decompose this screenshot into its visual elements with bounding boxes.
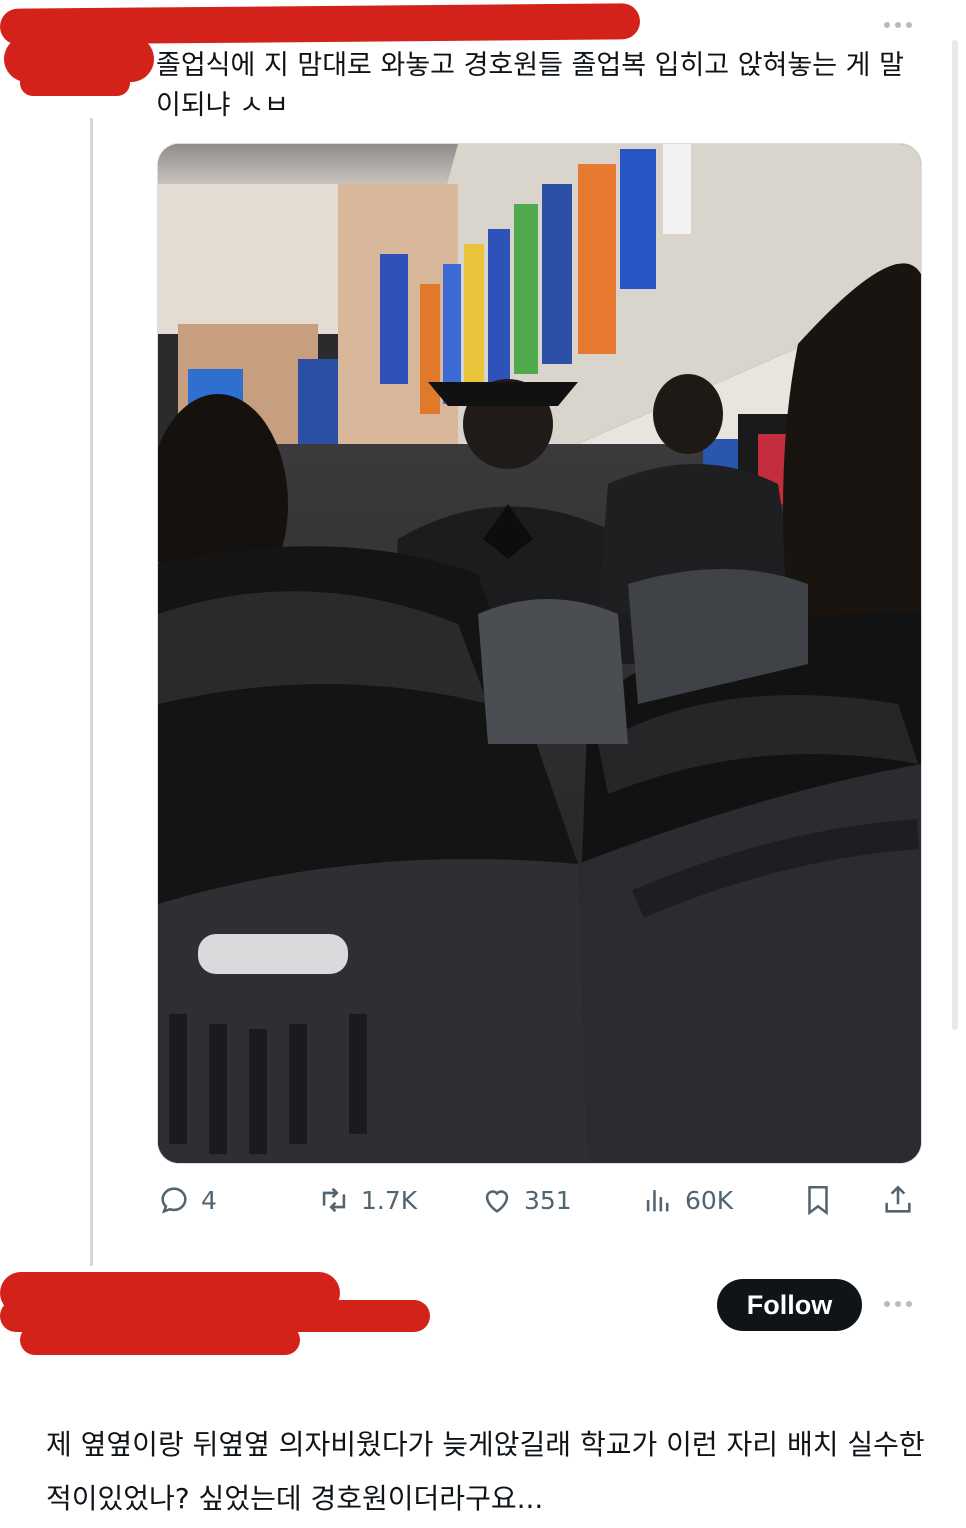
post-text: 졸업식에 지 맘대로 와놓고 경호원들 졸업복 입히고 앉혀놓는 게 말이되냐 … — [156, 50, 904, 121]
like-count: 351 — [524, 1185, 572, 1215]
repost-button[interactable]: 1.7K — [317, 1170, 417, 1230]
follow-button[interactable]: Follow — [717, 1279, 862, 1331]
reply-button[interactable]: 4 — [157, 1170, 217, 1230]
post-photo[interactable] — [157, 143, 922, 1164]
scrollbar[interactable] — [952, 40, 958, 1030]
views-count: 60K — [685, 1185, 734, 1215]
more-icon[interactable] — [884, 1301, 912, 1307]
redacted-username — [20, 70, 130, 96]
bookmark-icon — [808, 1185, 828, 1216]
reply-count: 4 — [201, 1185, 217, 1215]
post-action-bar: 4 1.7K 351 60K — [157, 1170, 920, 1230]
like-button[interactable]: 351 — [480, 1170, 572, 1230]
reply-text: 제 옆옆이랑 뒤옆옆 의자비웠다가 늦게앉길래 학교가 이런 자리 배치 실수한… — [46, 1428, 925, 1515]
share-icon — [885, 1185, 911, 1213]
repost-icon — [322, 1187, 346, 1213]
bookmark-button[interactable] — [801, 1170, 835, 1230]
like-icon — [485, 1190, 509, 1213]
share-button[interactable] — [881, 1170, 915, 1230]
repost-count: 1.7K — [361, 1185, 418, 1215]
reply-icon — [161, 1187, 187, 1214]
views-button[interactable]: 60K — [641, 1170, 733, 1230]
more-icon[interactable] — [884, 22, 912, 28]
views-icon — [646, 1190, 669, 1212]
thread-connector-line — [90, 118, 93, 1266]
redacted-username — [20, 1325, 300, 1355]
